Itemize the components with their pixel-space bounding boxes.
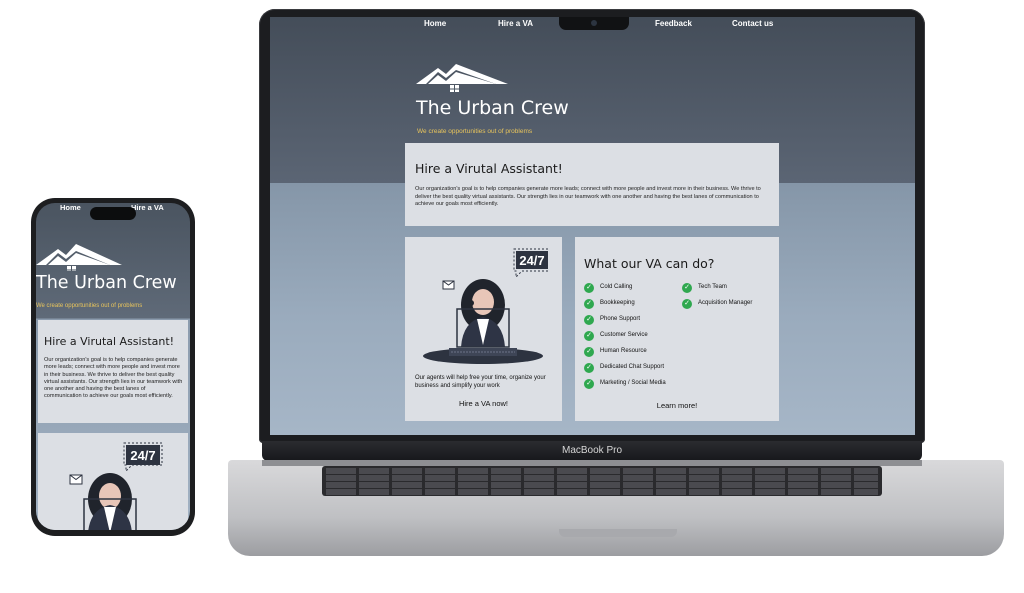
phone-hire-card-title: Hire a Virutal Assistant! (44, 335, 175, 348)
key-row (326, 468, 878, 474)
badge-24-7: 24/7 (519, 253, 544, 268)
camera-icon (591, 20, 597, 26)
phone-hire-card: Hire a Virutal Assistant! Our organizati… (38, 320, 188, 423)
service-label: Marketing / Social Media (600, 380, 666, 386)
nav-hire-va-link[interactable]: Hire a VA (498, 19, 533, 28)
service-label: Customer Service (600, 332, 648, 338)
service-label: Cold Calling (600, 284, 633, 290)
service-label: Dedicated Chat Support (600, 364, 665, 370)
service-label: Tech Team (698, 284, 727, 290)
check-icon: ✓ (584, 299, 594, 309)
hire-card-title: Hire a Virutal Assistant! (415, 161, 563, 176)
services-card: What our VA can do? ✓ Cold Calling ✓ Bookk… (575, 237, 779, 421)
phone-screen: Home Hire a VA The Urban Crew We create … (36, 203, 190, 530)
check-icon: ✓ (584, 379, 594, 389)
phone-hire-card-body: Our organization's goal is to help compa… (44, 357, 183, 400)
laptop-keyboard (322, 466, 882, 496)
check-icon: ✓ (584, 331, 594, 341)
house-logo-icon (416, 64, 508, 92)
nav-feedback-link[interactable]: Feedback (655, 19, 692, 28)
agent-card: 24/7 Our agents will help free your time… (405, 237, 562, 421)
laptop-screen: Home Hire a VA Feedback Contact us The U… (270, 17, 915, 435)
brand-tagline: We create opportunities out of problems (417, 128, 533, 135)
phone-badge-24-7: 24/7 (130, 448, 155, 463)
service-label: Bookkeeping (600, 300, 635, 306)
key-row (326, 489, 878, 495)
key-row (326, 475, 878, 481)
service-label: Phone Support (600, 316, 641, 322)
service-label: Acquisition Manager (698, 300, 753, 306)
check-icon: ✓ (682, 299, 692, 309)
camera-notch (559, 17, 629, 30)
phone-dynamic-island (90, 207, 136, 220)
phone-nav-home-link[interactable]: Home (60, 203, 81, 212)
hire-card-body: Our organization's goal is to help compa… (415, 186, 761, 208)
laptop-model-label: MacBook Pro (561, 445, 623, 456)
key-row (326, 482, 878, 488)
laptop-chin: MacBook Pro (262, 441, 922, 461)
services-card-title: What our VA can do? (584, 256, 715, 271)
phone-house-logo-icon (36, 244, 122, 271)
brand-title: The Urban Crew (416, 97, 569, 119)
hire-card: Hire a Virutal Assistant! Our organizati… (405, 143, 779, 226)
phone-brand-tagline: We create opportunities out of problems (36, 303, 143, 309)
hire-va-now-button[interactable]: Hire a VA now! (405, 399, 562, 408)
service-label: Human Resource (600, 348, 647, 354)
agent-card-text: Our agents will help free your time, org… (415, 375, 546, 389)
agent-illustration-icon: 24/7 (423, 248, 549, 364)
check-icon: ✓ (584, 283, 594, 293)
phone-agent-illustration-icon: 24/7 (69, 442, 163, 530)
phone-brand-title: The Urban Crew (36, 273, 177, 293)
nav-contact-link[interactable]: Contact us (732, 19, 773, 28)
phone-agent-card: 24/7 (38, 433, 188, 530)
phone-nav-hire-va-link[interactable]: Hire a VA (131, 203, 164, 212)
check-icon: ✓ (584, 315, 594, 325)
nav-home-link[interactable]: Home (424, 19, 446, 28)
check-icon: ✓ (584, 347, 594, 357)
learn-more-button[interactable]: Learn more! (575, 401, 779, 410)
check-icon: ✓ (682, 283, 692, 293)
touchpad-lip (559, 529, 677, 537)
check-icon: ✓ (584, 363, 594, 373)
